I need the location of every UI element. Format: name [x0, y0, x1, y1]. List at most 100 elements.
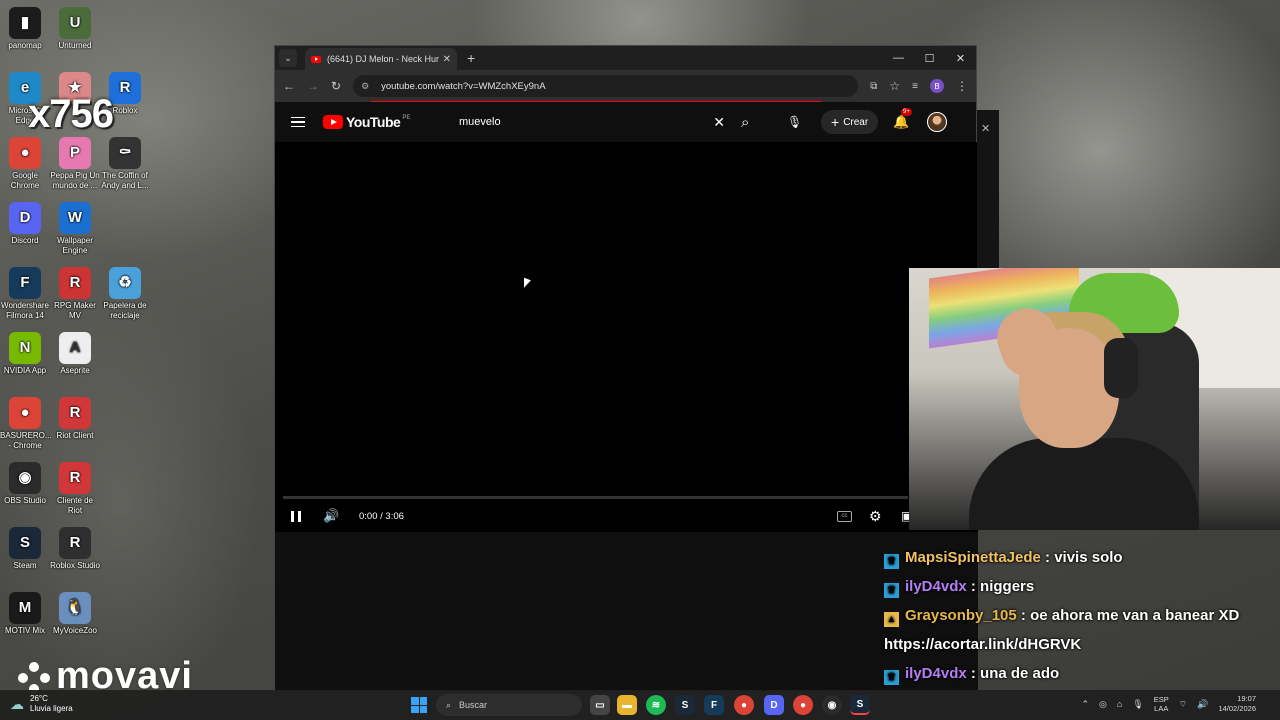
tab-close-icon[interactable]: ✕: [443, 54, 451, 65]
desktop-icon[interactable]: R Cliente de Riot: [50, 462, 100, 516]
desktop-app-icon: ♻: [109, 267, 141, 299]
chat-message: ♛ ilyD4vdx : una de ado: [884, 659, 1280, 688]
desktop-icon[interactable]: U Unturned: [50, 7, 100, 51]
desktop-app-icon: N: [9, 332, 41, 364]
url-text: youtube.com/watch?v=WMZchXEy9nA: [381, 80, 546, 92]
desktop-icon[interactable]: 🐧 MyVoiceZoo: [50, 592, 100, 636]
pause-icon[interactable]: [291, 510, 301, 522]
bookmark-star-icon[interactable]: ☆: [889, 79, 900, 93]
close-window-button[interactable]: ✕: [945, 46, 976, 70]
taskbar-file-explorer-icon[interactable]: ▬: [617, 695, 637, 715]
tab-youtube[interactable]: (6641) DJ Melon - Neck Hurts · ✕: [305, 48, 457, 70]
desktop-icon[interactable]: M MOTIV Mix: [0, 592, 50, 636]
desktop-icon[interactable]: ◉ OBS Studio: [0, 462, 50, 506]
subtitles-icon[interactable]: cc: [837, 510, 852, 522]
desktop-icon[interactable]: A Aseprite: [50, 332, 100, 376]
side-panel-close-icon[interactable]: ✕: [981, 122, 990, 135]
taskbar-task-view-icon[interactable]: ▭: [590, 695, 610, 715]
chat-text: : una de ado: [966, 665, 1060, 682]
taskbar-spotify-icon[interactable]: ≋: [646, 695, 666, 715]
desktop-icon[interactable]: ▮ panomap: [0, 7, 50, 51]
side-panel: ✕: [977, 110, 999, 270]
desktop-icon-label: Riot Client: [56, 431, 94, 440]
volume-icon[interactable]: 🔊: [323, 508, 339, 524]
player-controls: 🔊 0:00 / 3:06 cc ⚙ ▣: [275, 505, 978, 527]
country-code: PE: [402, 115, 411, 121]
install-app-icon[interactable]: ⧉: [870, 81, 877, 92]
create-button[interactable]: + Crear: [821, 110, 879, 134]
desktop-app-icon: ⚰: [109, 137, 141, 169]
hamburger-menu-icon[interactable]: [291, 117, 305, 127]
desktop-icon-label: MOTIV Mix: [5, 626, 45, 635]
taskbar-obs-icon[interactable]: ◉: [822, 695, 842, 715]
desktop-icon[interactable]: ⚰ The Coffin of Andy and L...: [100, 137, 150, 191]
taskbar-filmora-icon[interactable]: F: [704, 695, 724, 715]
desktop-icon[interactable]: S Steam: [0, 527, 50, 571]
clear-search-icon[interactable]: ✕: [713, 114, 725, 131]
webcam-overlay: [909, 268, 1280, 530]
youtube-favicon-icon: [311, 55, 321, 63]
desktop-icon[interactable]: F Wondershare Filmora 14: [0, 267, 50, 321]
language-indicator[interactable]: ESP LAA: [1154, 695, 1169, 713]
taskbar-steam-active-icon[interactable]: S: [850, 695, 870, 715]
settings-gear-icon[interactable]: ⚙: [869, 508, 882, 525]
new-tab-button[interactable]: +: [467, 50, 475, 66]
tray-chevron-up-icon[interactable]: ⌃: [1081, 699, 1089, 710]
tray-volume-icon[interactable]: 🔊: [1197, 699, 1208, 710]
desktop-icon[interactable]: D Discord: [0, 202, 50, 246]
desktop-icon-label: NVIDIA App: [3, 366, 47, 375]
desktop-icon[interactable]: ● Google Chrome: [0, 137, 50, 191]
chat-message: ▲ Graysonby_105 : oe ahora me van a banea…: [884, 601, 1280, 659]
desktop-icon-label: Steam: [13, 561, 37, 570]
desktop-icon-label: Papelera de reciclaje: [103, 301, 147, 320]
desktop-icon[interactable]: R RPG Maker MV: [50, 267, 100, 321]
tab-search-menu-icon[interactable]: ⌄: [279, 49, 297, 67]
taskbar-clock[interactable]: 19:07 14/02/2026: [1218, 694, 1256, 714]
tray-wifi-icon[interactable]: ⌔: [1179, 699, 1187, 710]
taskbar-chrome-icon[interactable]: ●: [734, 695, 754, 715]
site-info-icon[interactable]: ⚙: [361, 81, 373, 91]
desktop-icon[interactable]: R Riot Client: [50, 397, 100, 441]
time-display: 0:00 / 3:06: [359, 510, 404, 522]
desktop-app-icon: P: [59, 137, 91, 169]
youtube-logo-icon[interactable]: [323, 115, 343, 129]
microphone-icon[interactable]: 🎙: [787, 115, 802, 129]
lang-code: ESP: [1153, 695, 1169, 704]
layout-code: LAA: [1154, 704, 1169, 713]
desktop-icon[interactable]: ● BASURERO... - Chrome: [0, 397, 52, 451]
desktop-icon[interactable]: P Peppa Pig Un mundo de ...: [50, 137, 100, 191]
menu-dots-icon[interactable]: ⋮: [956, 79, 968, 93]
search-input[interactable]: muevelo ✕: [447, 108, 729, 136]
account-avatar[interactable]: [927, 112, 947, 132]
start-button[interactable]: [411, 697, 427, 713]
desktop-icon-label: Cliente de Riot: [56, 496, 94, 515]
profile-avatar[interactable]: B: [930, 79, 944, 93]
reading-list-icon[interactable]: ≡: [912, 81, 918, 92]
forward-arrow-icon[interactable]: →: [307, 79, 319, 93]
tray-app-icon[interactable]: ◎: [1099, 699, 1107, 710]
tray-network-icon[interactable]: ⌂: [1117, 699, 1122, 709]
taskbar-chrome-profile-icon[interactable]: ●: [793, 695, 813, 715]
reload-icon[interactable]: ↻: [331, 79, 341, 93]
youtube-logo-text[interactable]: YouTube: [346, 114, 401, 130]
minimize-button[interactable]: —: [883, 46, 914, 70]
taskbar-discord-icon[interactable]: D: [764, 695, 784, 715]
address-bar[interactable]: ⚙ youtube.com/watch?v=WMZchXEy9nA: [353, 75, 859, 97]
tray-mic-icon[interactable]: 🎙: [1132, 699, 1143, 710]
desktop-icon[interactable]: R Roblox Studio: [50, 527, 100, 571]
prime-badge-icon: ♛: [884, 583, 899, 598]
taskbar-search[interactable]: ⌕ Buscar: [436, 694, 582, 716]
youtube-header: YouTube PE muevelo ✕ ⌕ 🎙 + Crear 🔔 9+: [275, 102, 976, 142]
desktop-icon[interactable]: N NVIDIA App: [0, 332, 50, 376]
notifications-bell-icon[interactable]: 🔔 9+: [893, 108, 912, 130]
weather-widget[interactable]: ☁ 26°C Lluvia ligera: [10, 694, 73, 714]
video-player[interactable]: 🔊 0:00 / 3:06 cc ⚙ ▣: [275, 142, 978, 532]
back-arrow-icon[interactable]: ←: [283, 79, 295, 93]
maximize-button[interactable]: ☐: [914, 46, 945, 70]
search-icon[interactable]: ⌕: [741, 114, 749, 131]
desktop-icon[interactable]: ♻ Papelera de reciclaje: [100, 267, 150, 321]
desktop-icon[interactable]: W Wallpaper Engine: [50, 202, 100, 256]
desktop-icon-label: MyVoiceZoo: [52, 626, 98, 635]
video-progress-bar[interactable]: [283, 496, 908, 499]
taskbar-steam-icon[interactable]: S: [675, 695, 695, 715]
